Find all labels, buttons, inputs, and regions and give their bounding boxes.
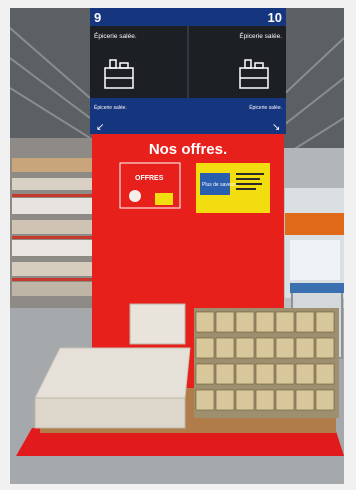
right-aisle-number: 10 — [268, 10, 282, 25]
offers-poster-right: Plus de saveurs — [196, 163, 270, 213]
left-aisle-number: 9 — [94, 10, 101, 25]
aisle-sign-header — [90, 8, 286, 26]
right-small-label: Épicerie salée. — [249, 104, 282, 111]
left-shelf-products — [12, 158, 92, 296]
right-poster-text: Plus de saveurs — [202, 182, 238, 188]
left-aisle-name: Épicerie salée. — [94, 31, 137, 40]
photo-frame: 9 10 Épicerie salée. Épicerie salée. Épi… — [10, 8, 344, 484]
left-poster-text: OFFRES — [135, 175, 164, 182]
left-small-label: Épicerie salée. — [94, 104, 127, 111]
promo-headline: Nos offres. — [149, 141, 227, 158]
canned-goods-stack — [194, 308, 339, 418]
offers-poster-left: OFFRES — [119, 162, 181, 209]
arrow-down-left-icon: ↙ — [96, 122, 104, 133]
aisle-sign-footer — [90, 98, 286, 134]
right-fridge-header — [285, 213, 344, 235]
store-scene: 9 10 Épicerie salée. Épicerie salée. Épi… — [10, 8, 344, 484]
right-aisle-name: Épicerie salée. — [239, 31, 282, 40]
right-fridge-glass — [290, 240, 340, 280]
arrow-down-right-icon: ↘ — [272, 122, 280, 133]
